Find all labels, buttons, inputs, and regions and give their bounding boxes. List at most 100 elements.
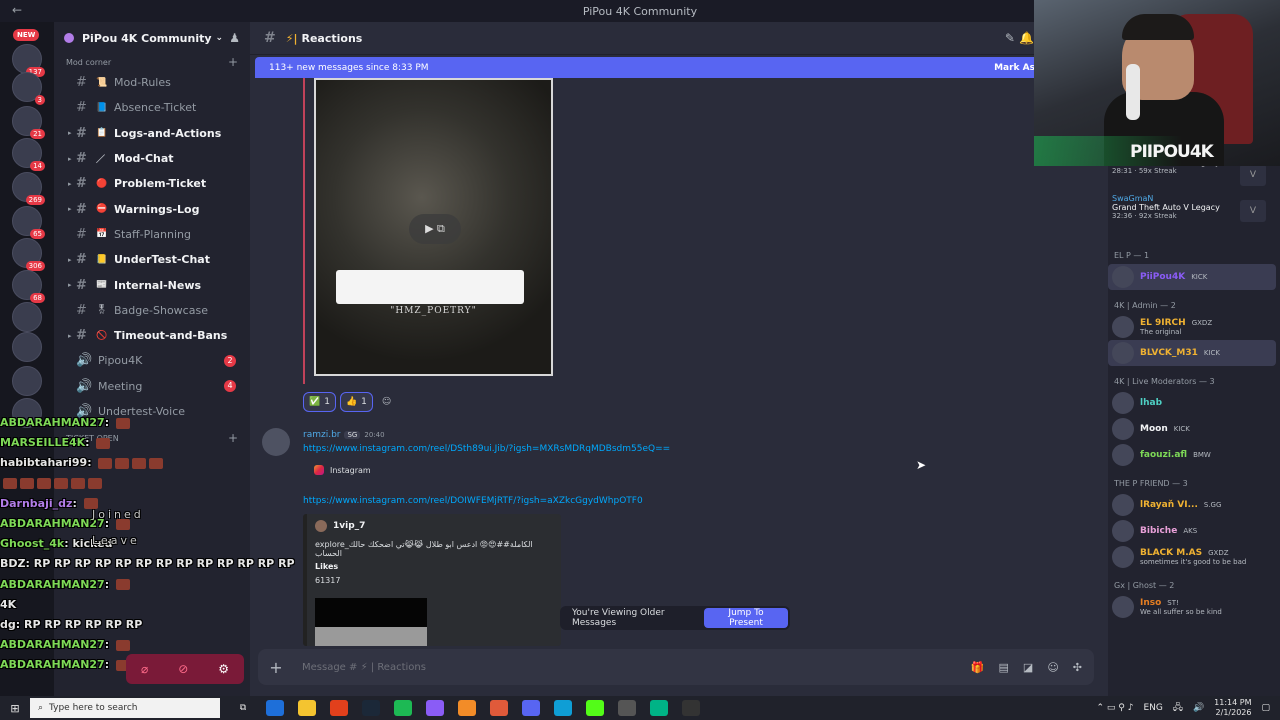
play-icon[interactable]: ▶ ⧉	[409, 214, 461, 244]
reaction-button[interactable]: ✅ 1	[303, 392, 336, 412]
voice-channel-undertest-voice[interactable]: 🔊 Undertest-Voice	[54, 399, 250, 424]
file-explorer-icon[interactable]	[298, 700, 316, 716]
avatar[interactable]	[262, 428, 290, 456]
obs-icon[interactable]	[682, 700, 700, 716]
server-icon[interactable]: 65	[12, 206, 45, 239]
gif-icon[interactable]: ▤	[999, 661, 1009, 674]
jump-to-present-button[interactable]: Jump To Present	[704, 608, 788, 628]
taskbar-search[interactable]: ⌕ Type here to search	[30, 698, 220, 718]
threads-icon[interactable]: ✎ 🔔	[1005, 31, 1034, 45]
server-badge: 65	[30, 229, 45, 239]
app-icon[interactable]	[618, 700, 636, 716]
add-channel-icon[interactable]: +	[228, 431, 238, 445]
server-icon[interactable]: 21	[12, 106, 45, 139]
embed-author[interactable]: 1vip_7	[315, 520, 365, 532]
reaction-button[interactable]: 👍 1	[339, 392, 373, 412]
brave-icon[interactable]	[330, 700, 348, 716]
channel-mod-chat[interactable]: ▸ # ／ Mod-Chat	[54, 146, 250, 171]
emoji-icon[interactable]: ☺	[1047, 661, 1058, 674]
server-icon[interactable]: 14	[12, 138, 45, 171]
voice-channel-meeting[interactable]: 🔊 Meeting 4	[54, 374, 250, 399]
windows-start-icon[interactable]: ⊞	[0, 702, 30, 715]
member-tag: KICK	[1173, 425, 1190, 433]
member-item[interactable]: BLVCK_M31 KICK	[1108, 340, 1276, 366]
member-item[interactable]: PiiPou4K KICK	[1108, 264, 1276, 290]
tray-icons[interactable]: ⌃ ▭ ⚲ ♪	[1097, 703, 1134, 713]
voice-channel-pipou4k[interactable]: 🔊 Pipou4K 2	[54, 348, 250, 373]
channel-emoji-icon: 🚫	[96, 330, 108, 341]
new-messages-bar[interactable]: 113+ new messages since 8:33 PM Mark As	[255, 57, 1045, 78]
channel-timeout-and-bans[interactable]: ▸ # 🚫 Timeout-and-Bans	[54, 323, 250, 348]
member-item[interactable]: lRayaň VI... S.GG	[1108, 492, 1280, 518]
member-item[interactable]: Moon KICK	[1108, 416, 1280, 442]
sticker-icon[interactable]: ◪	[1023, 661, 1033, 674]
message-input[interactable]: Message # ⚡ | Reactions	[302, 662, 426, 673]
server-icon[interactable]	[12, 302, 42, 332]
channel-problem-ticket[interactable]: ▸ # 🔴 Problem-Ticket	[54, 171, 250, 196]
member-activity[interactable]: SwaGmaN Grand Theft Auto V Legacy 32:36 · …	[1108, 194, 1280, 246]
embed-description: explore_الكاملة##😍😡 ادعس ابو طلال 😹😹تي ا…	[315, 540, 533, 558]
network-icon[interactable]: 🖧	[1173, 700, 1183, 716]
kick-icon[interactable]	[586, 700, 604, 716]
member-item[interactable]: lhab	[1108, 390, 1280, 416]
instagram-icon	[314, 465, 324, 475]
steam-icon[interactable]	[362, 700, 380, 716]
edge-icon[interactable]	[554, 700, 572, 716]
category-ticket-open[interactable]: TICKET OPEN +	[54, 430, 250, 446]
server-header[interactable]: PiPou 4K Community ⌄ ♟	[54, 22, 250, 54]
member-item[interactable]: Bibiche AKS	[1108, 518, 1280, 544]
member-item[interactable]: BLACK M.AS GXDZ sometimes it's good to be …	[1108, 544, 1280, 570]
channel-undertest-chat[interactable]: ▸ # 📒 UnderTest-Chat	[54, 247, 250, 272]
deafen-icon[interactable]: ⊘	[178, 662, 188, 676]
channel-mod-rules[interactable]: # 📜 Mod-Rules	[54, 70, 250, 95]
channel-label: Badge-Showcase	[114, 303, 208, 317]
server-icon[interactable]	[12, 366, 42, 396]
embed-thumbnail[interactable]	[315, 598, 427, 646]
instagram-link[interactable]: https://www.instagram.com/reel/DSth89ui.…	[303, 444, 670, 454]
channel-logs-and-actions[interactable]: ▸ # 📋 Logs-and-Actions	[54, 121, 250, 146]
app-icon[interactable]	[266, 700, 284, 716]
notifications-icon[interactable]: ▢	[1261, 703, 1270, 713]
back-arrow-icon[interactable]: ←	[12, 3, 22, 17]
video-embed[interactable]: ▶ ⧉ "HMZ_POETRY"	[314, 78, 553, 376]
task-view-icon[interactable]: ⧉	[234, 700, 252, 716]
server-icon[interactable]: 306	[12, 238, 45, 271]
author-name[interactable]: ramzi.br	[303, 430, 340, 440]
invite-icon[interactable]: ♟	[229, 31, 240, 45]
discord-icon[interactable]	[522, 700, 540, 716]
language-indicator[interactable]: ENG	[1143, 703, 1162, 713]
server-icon[interactable]: 68	[12, 270, 45, 303]
server-icon[interactable]: 137	[12, 44, 45, 77]
mute-icon[interactable]: ⌀	[141, 662, 148, 676]
channel-internal-news[interactable]: ▸ # 📰 Internal-News	[54, 272, 250, 297]
member-item[interactable]: Inso ST! We all suffer so be kind	[1108, 594, 1280, 620]
volume-icon[interactable]: 🔊	[1193, 703, 1204, 713]
instagram-link[interactable]: https://www.instagram.com/reel/DOIWFEMjR…	[303, 496, 643, 506]
server-icon[interactable]: 269	[12, 172, 45, 205]
chat-header: # ⚡| Reactions ✎ 🔔	[250, 22, 1108, 55]
add-channel-icon[interactable]: +	[228, 55, 238, 69]
category-mod-corner[interactable]: Mod corner +	[54, 54, 250, 70]
app-icon[interactable]	[490, 700, 508, 716]
mark-as-read-button[interactable]: Mark As	[994, 63, 1035, 73]
server-icon[interactable]: 3	[12, 72, 45, 105]
app-icon[interactable]	[458, 700, 476, 716]
add-attachment-icon[interactable]: +	[258, 658, 294, 677]
member-item[interactable]: EL 9IRCH GXDZ The original	[1108, 314, 1280, 340]
message-composer[interactable]: + Message # ⚡ | Reactions 🎁 ▤ ◪ ☺ ✣	[258, 649, 1094, 685]
apps-icon[interactable]: ✣	[1073, 661, 1082, 674]
channel-badge-showcase[interactable]: # 🎖 Badge-Showcase	[54, 298, 250, 323]
member-item[interactable]: faouzi.afl BMW	[1108, 442, 1280, 468]
channel-absence-ticket[interactable]: # 📘 Absence-Ticket	[54, 95, 250, 120]
settings-icon[interactable]: ⚙	[218, 662, 229, 676]
app-icon[interactable]	[426, 700, 444, 716]
channel-warnings-log[interactable]: ▸ # ⛔ Warnings-Log	[54, 196, 250, 221]
server-icon[interactable]	[12, 398, 42, 428]
app-icon[interactable]	[650, 700, 668, 716]
app-icon[interactable]	[394, 700, 412, 716]
gift-icon[interactable]: 🎁	[971, 661, 985, 674]
server-icon[interactable]	[12, 332, 42, 362]
channel-staff-planning[interactable]: # 📅 Staff-Planning	[54, 222, 250, 247]
add-reaction-icon[interactable]: ☺	[377, 392, 396, 412]
clock[interactable]: 11:14 PM 2/1/2026	[1214, 698, 1251, 718]
